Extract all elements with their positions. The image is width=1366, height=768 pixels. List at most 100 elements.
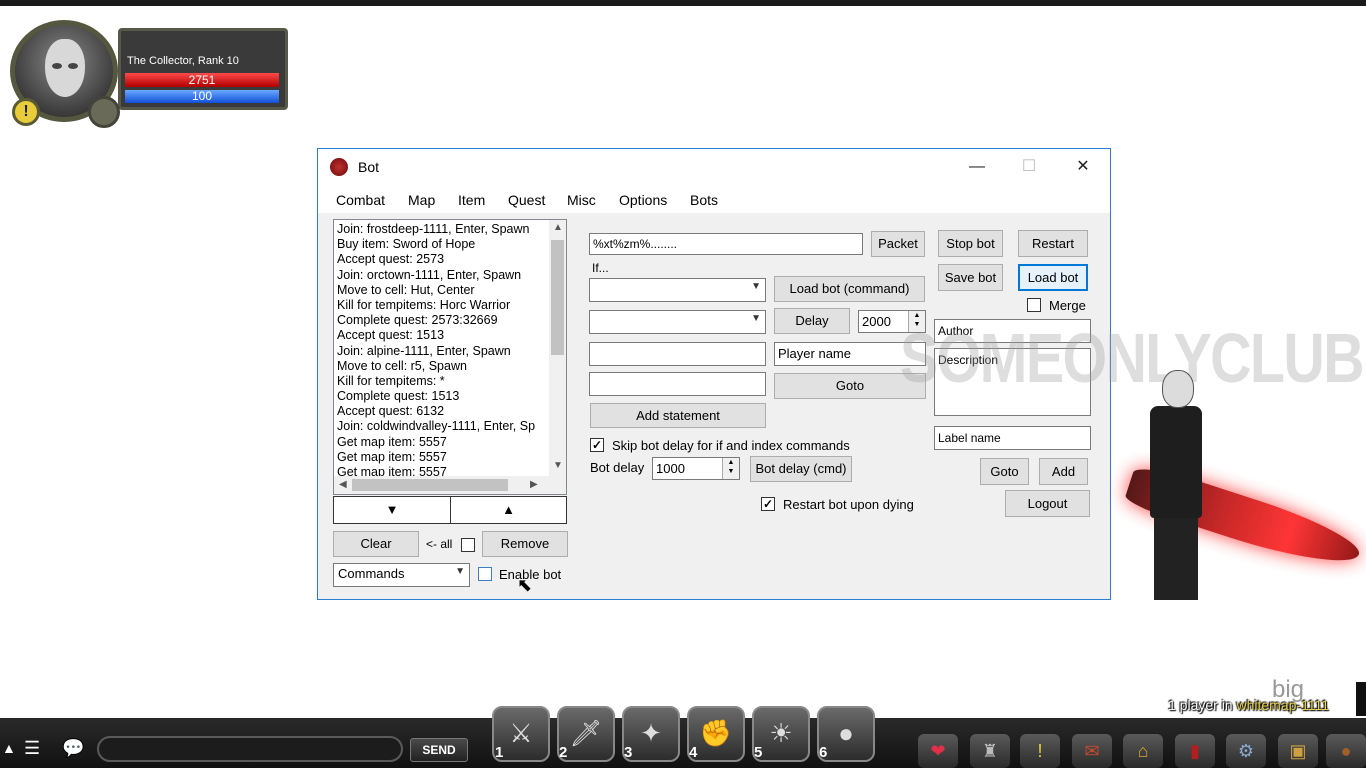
mode-select-value: Commands bbox=[338, 566, 405, 581]
minimize-button[interactable]: — bbox=[954, 153, 1000, 181]
skill-number: 6 bbox=[819, 744, 828, 761]
close-button[interactable]: ✕ bbox=[1060, 153, 1106, 181]
list-item[interactable]: Complete quest: 1513 bbox=[334, 389, 547, 404]
mode-select[interactable]: Commands ▼ bbox=[333, 563, 470, 587]
chat-bubble-icon[interactable]: 💬 bbox=[62, 738, 84, 759]
statement-select[interactable]: ▼ bbox=[589, 310, 766, 334]
logout-button[interactable]: Logout bbox=[1005, 490, 1090, 517]
menu-combat[interactable]: Combat bbox=[336, 192, 385, 208]
chevron-down-icon: ▼ bbox=[751, 281, 761, 292]
bot-delay-spin-icon[interactable]: ▲ ▼ bbox=[722, 458, 739, 479]
move-up-button[interactable]: ▲ bbox=[450, 496, 567, 524]
menu-bar: Combat Map Item Quest Misc Options Bots bbox=[318, 185, 1110, 213]
character-head bbox=[1162, 370, 1194, 408]
quest-icon[interactable]: ! bbox=[1020, 734, 1060, 768]
house-icon[interactable]: ⌂ bbox=[1123, 734, 1163, 768]
merge-checkbox[interactable] bbox=[1027, 298, 1041, 312]
chest-icon[interactable]: ▣ bbox=[1278, 734, 1318, 768]
save-bot-button[interactable]: Save bot bbox=[938, 264, 1003, 291]
menu-item[interactable]: Item bbox=[458, 192, 485, 208]
player-status-panel: The Collector, Rank 10 2751 100 ! bbox=[10, 20, 290, 130]
player-stats-box: The Collector, Rank 10 2751 100 bbox=[118, 28, 288, 110]
list-item[interactable]: Kill for tempitems: Horc Warrior bbox=[334, 298, 547, 313]
packet-button[interactable]: Packet bbox=[871, 231, 925, 257]
move-down-button[interactable]: ▼ bbox=[333, 496, 451, 524]
bot-delay-value: 1000 bbox=[656, 461, 685, 476]
label-name-input[interactable]: Label name bbox=[934, 426, 1091, 450]
goto-label-button[interactable]: Goto bbox=[980, 458, 1029, 485]
character-legs bbox=[1154, 518, 1198, 600]
menu-bots[interactable]: Bots bbox=[690, 192, 718, 208]
restart-on-death-checkbox[interactable] bbox=[761, 497, 775, 511]
chat-input[interactable] bbox=[97, 736, 403, 762]
list-item[interactable]: Join: coldwindvalley-1111, Enter, Sp bbox=[334, 419, 547, 434]
list-item[interactable]: Join: orctown-1111, Enter, Spawn bbox=[334, 268, 547, 283]
menu-misc[interactable]: Misc bbox=[567, 192, 596, 208]
bot-delay-cmd-button[interactable]: Bot delay (cmd) bbox=[750, 456, 852, 482]
list-item[interactable]: Complete quest: 2573:32669 bbox=[334, 313, 547, 328]
player-character[interactable] bbox=[1110, 350, 1366, 610]
load-bot-command-button[interactable]: Load bot (command) bbox=[774, 276, 925, 302]
heart-icon[interactable]: ❤ bbox=[918, 734, 958, 768]
list-item[interactable]: Get map item: 5557 bbox=[334, 450, 547, 465]
menu-options[interactable]: Options bbox=[619, 192, 667, 208]
list-item[interactable]: Accept quest: 2573 bbox=[334, 252, 547, 267]
scroll-left-icon[interactable]: ◀ bbox=[339, 479, 347, 490]
armor-icon[interactable]: ♜ bbox=[970, 734, 1010, 768]
top-border bbox=[0, 0, 1366, 6]
delay-button[interactable]: Delay bbox=[774, 308, 850, 334]
scroll-down-icon[interactable]: ▼ bbox=[553, 460, 563, 471]
list-item[interactable]: Move to cell: r5, Spawn bbox=[334, 359, 547, 374]
list-item[interactable]: Accept quest: 6132 bbox=[334, 404, 547, 419]
menu-icon[interactable]: ☰ bbox=[24, 738, 40, 759]
side-panel-tab[interactable] bbox=[1356, 682, 1366, 716]
command-list[interactable]: Join: frostdeep-1111, Enter, Spawn Buy i… bbox=[333, 219, 567, 495]
horizontal-scrollbar[interactable]: ◀ ▶ bbox=[334, 476, 566, 494]
list-item[interactable]: Move to cell: Hut, Center bbox=[334, 283, 547, 298]
menu-map[interactable]: Map bbox=[408, 192, 435, 208]
gear-icon[interactable]: ⚙ bbox=[1226, 734, 1266, 768]
skip-delay-checkbox[interactable] bbox=[590, 438, 604, 452]
list-item[interactable]: Join: alpine-1111, Enter, Spawn bbox=[334, 344, 547, 359]
load-bot-button[interactable]: Load bot bbox=[1018, 264, 1088, 291]
packet-input[interactable]: %xt%zm%........ bbox=[589, 233, 863, 255]
book-icon[interactable]: ▮ bbox=[1175, 734, 1215, 768]
clear-button[interactable]: Clear bbox=[333, 531, 419, 557]
delay-value: 2000 bbox=[862, 314, 891, 329]
skill-number: 3 bbox=[624, 744, 633, 761]
list-item[interactable]: Join: frostdeep-1111, Enter, Spawn bbox=[334, 222, 547, 237]
bot-delay-stepper[interactable]: 1000 ▲ ▼ bbox=[652, 457, 740, 480]
scroll-up-icon[interactable]: ▲ bbox=[553, 222, 563, 233]
value-input-2[interactable] bbox=[589, 372, 766, 396]
remove-button[interactable]: Remove bbox=[482, 531, 568, 557]
if-condition-select[interactable]: ▼ bbox=[589, 278, 766, 302]
scroll-map-icon[interactable]: ✉ bbox=[1072, 734, 1112, 768]
list-item[interactable]: Accept quest: 1513 bbox=[334, 328, 547, 343]
player-name-rank: The Collector, Rank 10 bbox=[127, 55, 239, 67]
arrow-up-icon[interactable]: ▲ bbox=[2, 740, 16, 756]
list-item[interactable]: Kill for tempitems: * bbox=[334, 374, 547, 389]
list-item[interactable]: Buy item: Sword of Hope bbox=[334, 237, 547, 252]
value-input-1[interactable] bbox=[589, 342, 766, 366]
title-bar: Bot — ☐ ✕ bbox=[318, 149, 1110, 185]
vertical-scrollbar[interactable]: ▲ ▼ bbox=[549, 220, 566, 476]
scroll-right-icon[interactable]: ▶ bbox=[530, 479, 538, 490]
player-count-text: 1 player in bbox=[1168, 697, 1237, 713]
select-all-checkbox[interactable] bbox=[461, 538, 475, 552]
add-statement-button[interactable]: Add statement bbox=[590, 403, 766, 428]
menu-quest[interactable]: Quest bbox=[508, 192, 545, 208]
skill-number: 4 bbox=[689, 744, 698, 761]
add-label-button[interactable]: Add bbox=[1039, 458, 1088, 485]
bag-icon[interactable]: ● bbox=[1326, 734, 1366, 768]
mask-face-icon bbox=[45, 39, 85, 97]
maximize-button[interactable]: ☐ bbox=[1006, 153, 1052, 181]
horizontal-scroll-thumb[interactable] bbox=[352, 479, 508, 491]
send-button[interactable]: SEND bbox=[410, 738, 468, 762]
vertical-scroll-thumb[interactable] bbox=[551, 240, 564, 355]
alert-icon[interactable]: ! bbox=[12, 98, 40, 126]
enable-bot-checkbox[interactable] bbox=[478, 567, 492, 581]
restart-button[interactable]: Restart bbox=[1018, 230, 1088, 257]
stop-bot-button[interactable]: Stop bot bbox=[938, 230, 1003, 257]
settings-knob-icon[interactable] bbox=[88, 96, 120, 128]
list-item[interactable]: Get map item: 5557 bbox=[334, 435, 547, 450]
